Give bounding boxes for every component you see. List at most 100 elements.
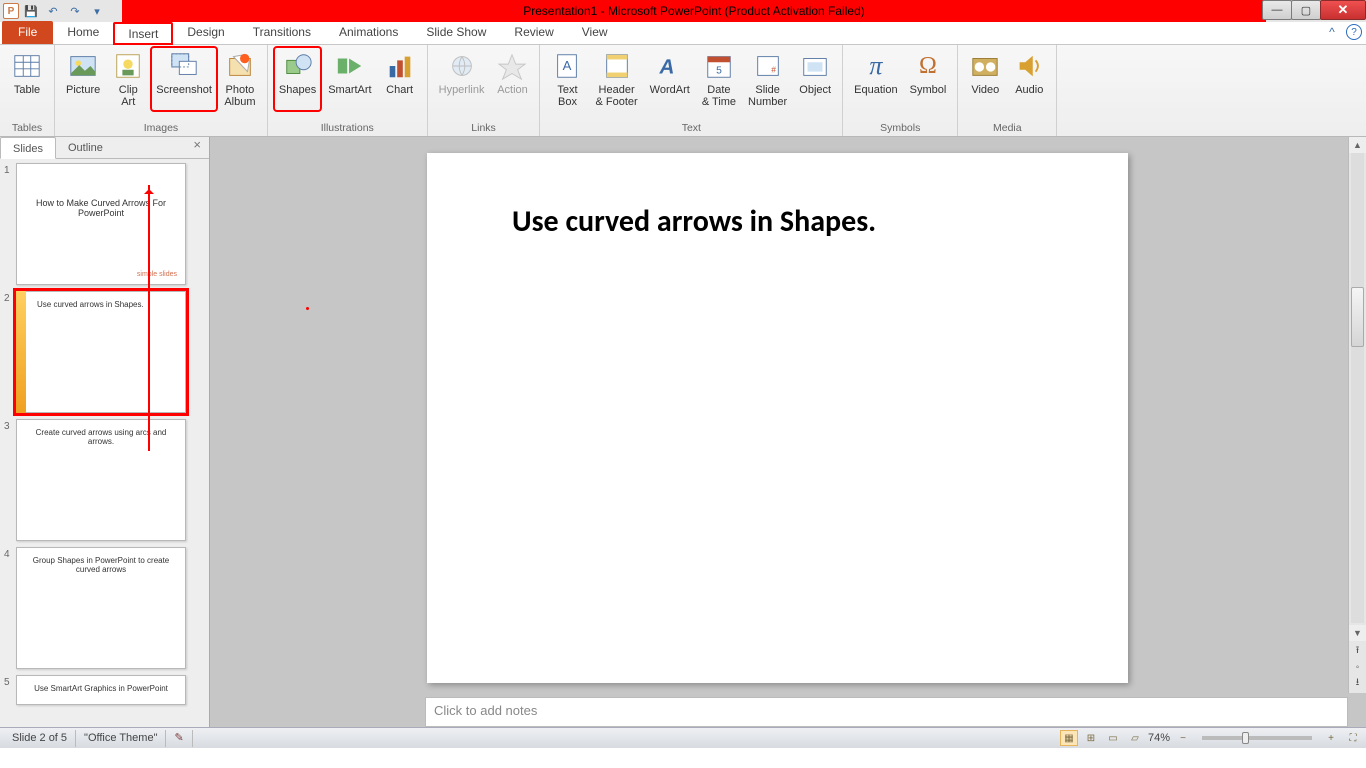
scroll-track[interactable] <box>1351 153 1364 623</box>
group-label-tables: Tables <box>6 121 48 136</box>
group-label-text: Text <box>546 121 836 136</box>
scroll-up-icon[interactable]: ▲ <box>1349 137 1366 153</box>
action-label: Action <box>497 84 528 108</box>
tab-review[interactable]: Review <box>500 21 567 44</box>
screenshot-icon <box>168 50 200 82</box>
status-spellcheck-icon[interactable]: ✎ <box>166 730 192 747</box>
help-icon[interactable]: ? <box>1346 24 1362 40</box>
group-label-media: Media <box>964 121 1050 136</box>
scroll-down-icon[interactable]: ▼ <box>1349 625 1366 641</box>
chart-button[interactable]: Chart <box>379 47 421 111</box>
group-label-illustrations: Illustrations <box>274 121 421 136</box>
wordart-button[interactable]: AWordArt <box>645 47 695 111</box>
slide-canvas[interactable]: Use curved arrows in Shapes. <box>427 153 1128 683</box>
datetime-button[interactable]: 5Date & Time <box>697 47 741 111</box>
tab-home[interactable]: Home <box>53 21 113 44</box>
redo-icon[interactable]: ↷ <box>66 2 84 20</box>
action-button[interactable]: Action <box>491 47 533 111</box>
slideshow-view-icon[interactable]: ▱ <box>1126 730 1144 746</box>
maximize-button[interactable]: ▢ <box>1291 0 1321 20</box>
fit-window-icon[interactable]: ⛶ <box>1344 730 1362 746</box>
reading-view-icon[interactable]: ▭ <box>1104 730 1122 746</box>
group-label-symbols: Symbols <box>849 121 951 136</box>
hyperlink-button[interactable]: Hyperlink <box>434 47 490 111</box>
slide-thumb-4[interactable]: 4Group Shapes in PowerPoint to create cu… <box>4 547 207 669</box>
svg-text:5: 5 <box>716 66 722 77</box>
slides-panel: Slides Outline × 1How to Make Curved Arr… <box>0 137 210 727</box>
textbox-button[interactable]: AText Box <box>546 47 588 111</box>
tab-view[interactable]: View <box>568 21 622 44</box>
screenshot-button[interactable]: Screenshot <box>151 47 217 111</box>
panel-close-icon[interactable]: × <box>185 137 209 158</box>
ribbon-tabs: File Home Insert Design Transitions Anim… <box>0 22 1366 45</box>
tab-animations[interactable]: Animations <box>325 21 412 44</box>
smartart-button[interactable]: SmartArt <box>323 47 376 111</box>
datetime-icon: 5 <box>703 50 735 82</box>
undo-icon[interactable]: ↶ <box>44 2 62 20</box>
photoalbum-icon <box>224 50 256 82</box>
panel-tab-outline[interactable]: Outline <box>56 137 115 158</box>
object-button[interactable]: Object <box>794 47 836 111</box>
shapes-button[interactable]: Shapes <box>274 47 321 111</box>
zoom-handle[interactable] <box>1242 732 1249 744</box>
smartart-label: SmartArt <box>328 84 371 108</box>
thumb-title: Group Shapes in PowerPoint to create cur… <box>23 556 179 574</box>
tab-insert[interactable]: Insert <box>113 22 173 45</box>
select-browse-icon[interactable]: ◦ <box>1349 659 1366 675</box>
table-button[interactable]: Table <box>6 47 48 111</box>
equation-button[interactable]: πEquation <box>849 47 902 111</box>
audio-button[interactable]: Audio <box>1008 47 1050 111</box>
shapes-label: Shapes <box>279 84 316 108</box>
slide-thumb-1[interactable]: 1How to Make Curved Arrows For PowerPoin… <box>4 163 207 285</box>
symbol-icon: Ω <box>912 50 944 82</box>
hyperlink-icon <box>446 50 478 82</box>
qat-customize-icon[interactable]: ▾ <box>88 2 106 20</box>
slide-title-text[interactable]: Use curved arrows in Shapes. <box>512 203 876 240</box>
wordart-label: WordArt <box>650 84 690 108</box>
screenshot-label: Screenshot <box>156 84 212 108</box>
powerpoint-app-icon: P <box>3 3 19 19</box>
minimize-ribbon-icon[interactable]: ^ <box>1324 24 1340 40</box>
notes-pane[interactable]: Click to add notes <box>425 697 1348 727</box>
group-label-links: Links <box>434 121 534 136</box>
slidenumber-icon: # <box>752 50 784 82</box>
prev-slide-icon[interactable]: ⭱ <box>1349 643 1366 659</box>
annotation-arrow <box>148 185 150 451</box>
audio-icon <box>1013 50 1045 82</box>
zoom-in-icon[interactable]: + <box>1322 730 1340 746</box>
normal-view-icon[interactable]: ▦ <box>1060 730 1078 746</box>
picture-button[interactable]: Picture <box>61 47 105 111</box>
scroll-thumb[interactable] <box>1351 287 1364 347</box>
close-button[interactable]: ✕ <box>1320 0 1366 20</box>
save-icon[interactable]: 💾 <box>22 2 40 20</box>
zoom-slider[interactable] <box>1202 736 1312 740</box>
equation-icon: π <box>860 50 892 82</box>
panel-tab-slides[interactable]: Slides <box>0 137 56 159</box>
clipart-icon <box>112 50 144 82</box>
tab-design[interactable]: Design <box>173 21 238 44</box>
thumbnails: 1How to Make Curved Arrows For PowerPoin… <box>0 159 209 727</box>
tab-file[interactable]: File <box>2 21 53 44</box>
next-slide-icon[interactable]: ⭳ <box>1349 675 1366 691</box>
clipart-button[interactable]: Clip Art <box>107 47 149 111</box>
chart-icon <box>384 50 416 82</box>
tab-transitions[interactable]: Transitions <box>239 21 325 44</box>
group-links: Hyperlink Action Links <box>428 45 541 136</box>
sorter-view-icon[interactable]: ⊞ <box>1082 730 1100 746</box>
header-footer-button[interactable]: Header & Footer <box>590 47 642 111</box>
slidenumber-button[interactable]: #Slide Number <box>743 47 792 111</box>
minimize-button[interactable]: — <box>1262 0 1292 20</box>
thumb-title: Create curved arrows using arcs and arro… <box>23 428 179 446</box>
slide-thumb-3[interactable]: 3Create curved arrows using arcs and arr… <box>4 419 207 541</box>
header-footer-label: Header & Footer <box>595 84 637 108</box>
zoom-out-icon[interactable]: − <box>1174 730 1192 746</box>
vertical-scrollbar[interactable]: ▲ ▼ ⭱ ◦ ⭳ <box>1348 137 1366 693</box>
tab-slideshow[interactable]: Slide Show <box>412 21 500 44</box>
slide-thumb-2[interactable]: 2Use curved arrows in Shapes. <box>4 291 207 413</box>
group-label-images: Images <box>61 121 261 136</box>
photoalbum-button[interactable]: Photo Album <box>219 47 261 111</box>
slide-thumb-5[interactable]: 5Use SmartArt Graphics in PowerPoint <box>4 675 207 705</box>
video-button[interactable]: Video <box>964 47 1006 111</box>
symbol-button[interactable]: ΩSymbol <box>905 47 952 111</box>
group-text: AText Box Header & Footer AWordArt 5Date… <box>540 45 843 136</box>
